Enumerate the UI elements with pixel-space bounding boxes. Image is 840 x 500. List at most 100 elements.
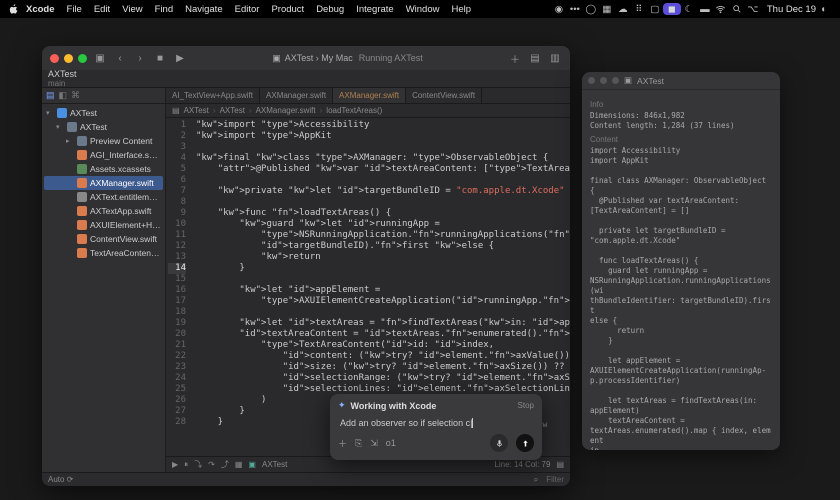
- send-button[interactable]: [516, 434, 534, 452]
- menu-window[interactable]: Window: [400, 4, 446, 15]
- assist-expand-icon[interactable]: ⇲: [370, 438, 378, 449]
- assist-add-icon[interactable]: ＋: [338, 437, 347, 450]
- menu-debug[interactable]: Debug: [310, 4, 350, 15]
- minimize-button[interactable]: [64, 54, 73, 63]
- disclosure-icon[interactable]: ▾: [56, 123, 64, 131]
- status-siri-icon[interactable]: ◐: [816, 4, 832, 15]
- disclosure-icon[interactable]: ▸: [66, 137, 74, 145]
- menu-integrate[interactable]: Integrate: [350, 4, 400, 15]
- stop-icon[interactable]: ■: [153, 51, 167, 65]
- source-nav-tab-icon[interactable]: ◧: [59, 90, 68, 101]
- status-moon-icon[interactable]: ☾: [681, 4, 697, 15]
- content-preview: import Accessibility import AppKit final…: [590, 146, 772, 450]
- assist-stop-button[interactable]: Stop: [518, 401, 534, 410]
- menu-help[interactable]: Help: [445, 4, 477, 15]
- filter-icon[interactable]: ⌕: [534, 475, 538, 485]
- assist-context-icon[interactable]: ⎘: [355, 438, 362, 449]
- library-icon[interactable]: ▤: [528, 51, 542, 65]
- run-icon[interactable]: ▶: [173, 51, 187, 65]
- status-eye-icon[interactable]: ◉: [551, 4, 567, 15]
- status-cloud-icon[interactable]: ☁: [615, 4, 631, 15]
- nav-toggle-icon[interactable]: ▣: [93, 51, 107, 65]
- tree-item[interactable]: ▸Preview Content: [44, 134, 163, 148]
- tree-item[interactable]: ContentView.swift: [44, 232, 163, 246]
- status-wifi-icon[interactable]: [713, 4, 729, 15]
- navigator-sidebar: ▤ ◧ ⌘ ▾AXTest▾AXTest▸Preview ContentAGI_…: [42, 88, 166, 472]
- tree-item[interactable]: AXTextApp.swift: [44, 204, 163, 218]
- macos-menubar: Xcode File Edit View Find Navigate Edito…: [0, 0, 840, 18]
- insp-close-button[interactable]: [588, 77, 595, 84]
- tree-item[interactable]: AGI_Interface.swift: [44, 148, 163, 162]
- menu-file[interactable]: File: [61, 4, 88, 15]
- inspectors-toggle-icon[interactable]: ▥: [548, 51, 562, 65]
- menu-editor[interactable]: Editor: [229, 4, 266, 15]
- status-control-center-icon[interactable]: ⌥: [745, 4, 761, 15]
- debug-stepover-icon[interactable]: ↷: [208, 460, 215, 469]
- branch-name: main: [48, 79, 77, 88]
- status-search-icon[interactable]: [729, 4, 745, 14]
- editor-tab[interactable]: AXManager.swift: [333, 88, 406, 103]
- inspector-title: AXTest: [637, 76, 664, 86]
- jump-bar[interactable]: ▤ AXTest› AXTest› AXManager.swift› loadT…: [166, 104, 570, 118]
- debug-pause-icon[interactable]: ⏸: [184, 460, 188, 470]
- tree-item[interactable]: ▾ AXTest: [44, 106, 163, 120]
- menu-navigate[interactable]: Navigate: [179, 4, 229, 15]
- menu-app[interactable]: Xcode: [20, 4, 61, 15]
- status-record-icon[interactable]: ◼: [663, 3, 681, 15]
- filter-field[interactable]: Filter: [546, 475, 564, 484]
- disclosure-icon[interactable]: ▾: [46, 109, 54, 117]
- zoom-button[interactable]: [78, 54, 87, 63]
- tree-item[interactable]: AXManager.swift: [44, 176, 163, 190]
- tree-item-label: AXTest: [70, 108, 161, 118]
- status-battery-icon[interactable]: ▬: [697, 4, 713, 15]
- debug-play-icon[interactable]: ▶: [172, 460, 178, 469]
- scheme-selector[interactable]: ▣ AXTest › My Mac Running AXTest: [193, 53, 502, 64]
- debug-step-icon[interactable]: ⤵: [194, 459, 202, 470]
- editor-tab[interactable]: AXManager.swift: [260, 88, 333, 103]
- forward-icon[interactable]: ›: [133, 51, 147, 65]
- status-cast-icon[interactable]: ▢: [647, 4, 663, 15]
- mic-button[interactable]: [490, 434, 508, 452]
- line-gutter[interactable]: 1234567891011121314151617181920212223242…: [166, 118, 192, 456]
- status-dots2-icon[interactable]: ⠿: [631, 4, 647, 15]
- add-icon[interactable]: ＋: [508, 51, 522, 65]
- menu-find[interactable]: Find: [149, 4, 179, 15]
- status-dots-icon[interactable]: •••: [567, 4, 583, 15]
- close-button[interactable]: [50, 54, 59, 63]
- symbol-nav-tab-icon[interactable]: ⌘: [71, 90, 80, 101]
- editor-tab[interactable]: AI_TextView+App.swift: [166, 88, 260, 103]
- menu-product[interactable]: Product: [265, 4, 310, 15]
- status-grid-icon[interactable]: ▦: [599, 4, 615, 15]
- menubar-clock[interactable]: Thu Dec 19: [761, 4, 816, 15]
- tree-item-label: TextAreaContent.swift: [90, 248, 161, 258]
- tree-item-label: AXTextApp.swift: [90, 206, 161, 216]
- assist-input[interactable]: Add an observer so if selection c|: [338, 415, 534, 434]
- tree-item[interactable]: ▾AXTest: [44, 120, 163, 134]
- auto-label[interactable]: Auto ⟳: [48, 475, 73, 484]
- tree-item[interactable]: Assets.xcassets: [44, 162, 163, 176]
- tree-item-label: AXUIElement+Helpers.swift: [90, 220, 161, 230]
- tree-item[interactable]: AXUIElement+Helpers.swift: [44, 218, 163, 232]
- debug-console-icon[interactable]: ▤: [556, 460, 564, 469]
- navigator-tabs[interactable]: ▤ ◧ ⌘: [42, 88, 165, 104]
- apple-menu-icon[interactable]: [8, 4, 20, 14]
- project-nav-tab-icon[interactable]: ▤: [46, 90, 55, 101]
- menu-view[interactable]: View: [116, 4, 148, 15]
- debug-stepout-icon[interactable]: ⤴: [221, 459, 229, 470]
- cursor-position: Line: 14 Col: 79: [494, 460, 550, 469]
- back-icon[interactable]: ‹: [113, 51, 127, 65]
- tree-item-label: AXManager.swift: [90, 178, 161, 188]
- folder-icon: [67, 122, 77, 132]
- tree-item[interactable]: AXText.entitlements: [44, 190, 163, 204]
- status-circle-icon[interactable]: ◯: [583, 4, 599, 15]
- menu-edit[interactable]: Edit: [88, 4, 116, 15]
- insp-min-button[interactable]: [600, 77, 607, 84]
- editor-tabs: AI_TextView+App.swiftAXManager.swiftAXMa…: [166, 88, 570, 104]
- swift-icon: [77, 150, 87, 160]
- insp-zoom-button[interactable]: [612, 77, 619, 84]
- debug-views-icon[interactable]: ▦: [235, 460, 243, 469]
- tree-item[interactable]: TextAreaContent.swift: [44, 246, 163, 260]
- editor-tab[interactable]: ContentView.swift: [406, 88, 482, 103]
- inspector-titlebar: ▣ AXTest: [582, 72, 780, 90]
- assist-model[interactable]: o1: [386, 438, 396, 448]
